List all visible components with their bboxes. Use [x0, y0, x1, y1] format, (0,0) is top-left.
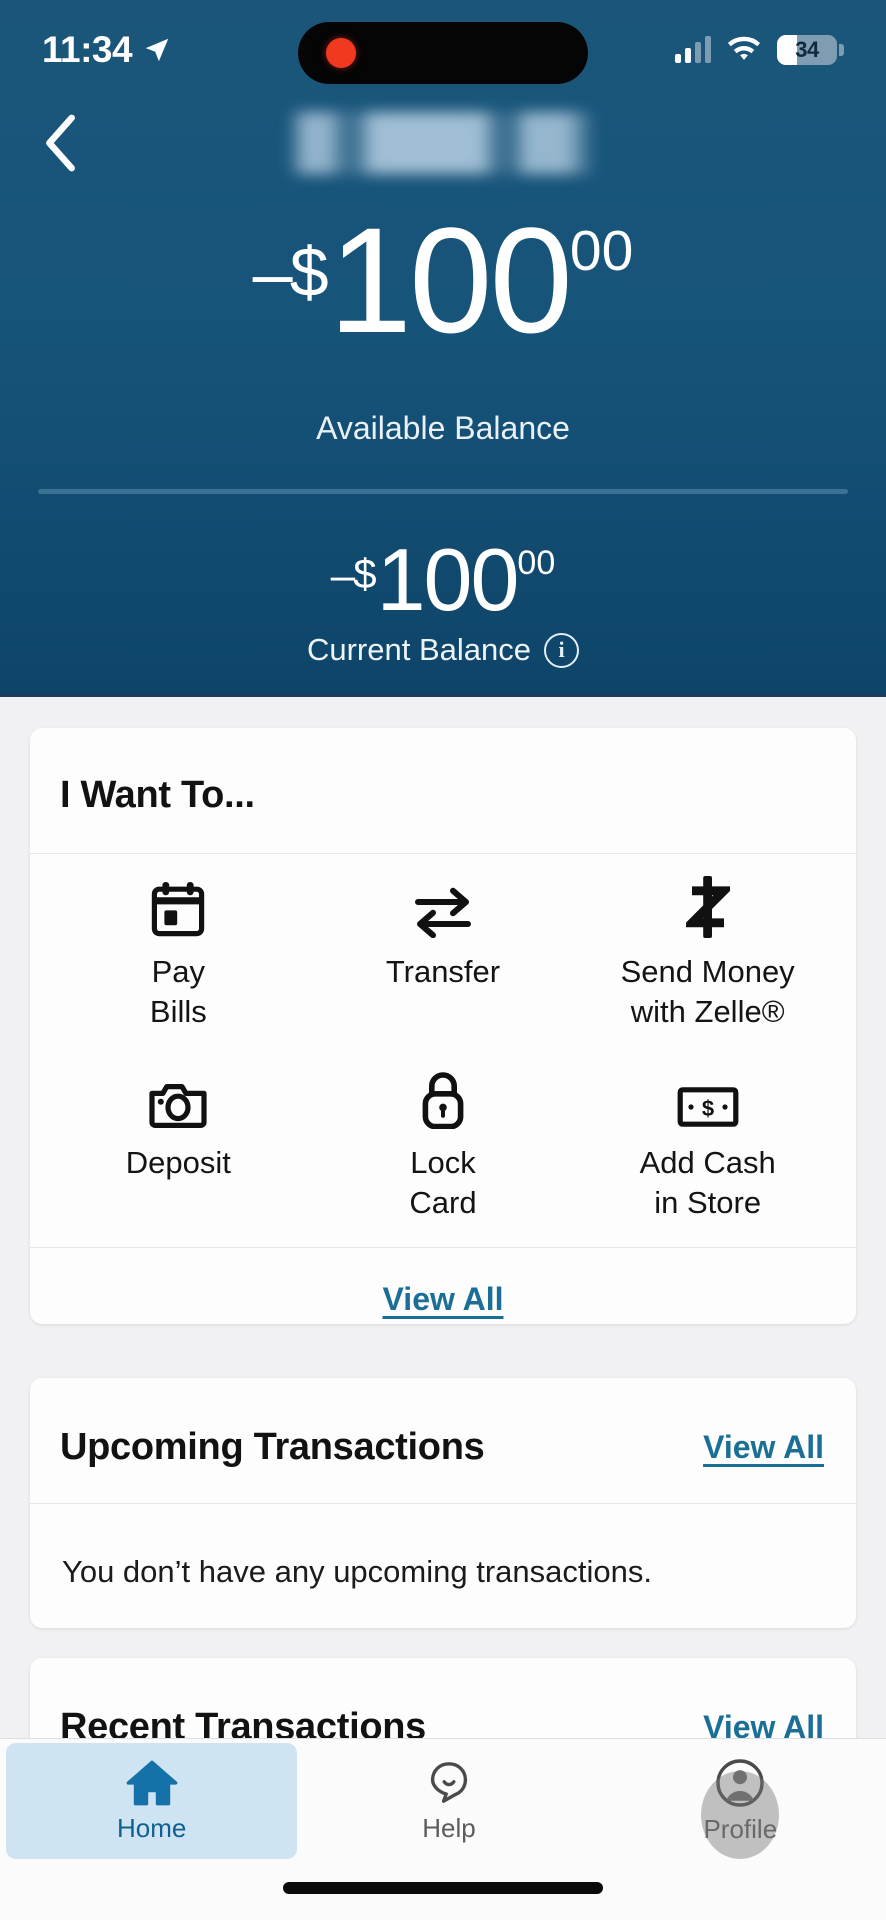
account-header: 11:34 34 –$10000 Available Balance –$100… [0, 0, 886, 697]
upcoming-title: Upcoming Transactions [60, 1426, 485, 1468]
cellular-signal-icon [675, 36, 711, 63]
recording-dot-icon [326, 38, 356, 68]
touch-indicator [701, 1771, 780, 1859]
view-all-link[interactable]: View All [383, 1281, 504, 1318]
i-want-to-card: I Want To... Pay Bills Transfer Send Mon… [30, 728, 856, 1324]
available-balance-whole: 100 [328, 196, 573, 364]
back-button[interactable] [26, 108, 96, 178]
location-arrow-icon [145, 38, 169, 62]
current-balance-currency: $ [353, 550, 377, 597]
upcoming-view-all-link[interactable]: View All [703, 1429, 824, 1466]
action-add-cash-in-store[interactable]: $ Add Cash in Store [575, 1045, 840, 1236]
current-balance-whole: 100 [376, 530, 520, 629]
recent-header: Recent Transactions View All [30, 1658, 856, 1749]
i-want-to-header: I Want To... [30, 728, 856, 817]
action-deposit[interactable]: Deposit [46, 1045, 311, 1236]
current-balance-label: Current Balance [306, 632, 531, 667]
action-label: Add Cash in Store [639, 1145, 776, 1221]
available-balance-amount: –$10000 [0, 205, 886, 355]
action-send-money-zelle[interactable]: Send Money with Zelle® [575, 854, 840, 1045]
action-lock-card[interactable]: Lock Card [311, 1045, 576, 1236]
status-bar-left: 11:34 [42, 29, 172, 71]
zelle-icon [685, 876, 730, 938]
status-bar-clock: 11:34 [42, 29, 133, 70]
tab-help[interactable]: Help [303, 1743, 594, 1859]
upcoming-transactions-card: Upcoming Transactions View All You don’t… [30, 1378, 856, 1628]
bottom-tab-bar: Home Help Profile [0, 1738, 886, 1920]
current-balance-amount: –$10000 [0, 536, 886, 624]
battery-cap [839, 44, 844, 56]
cash-bill-icon: $ [677, 1067, 739, 1129]
header-nav-row [0, 100, 886, 190]
i-want-to-view-all-row[interactable]: View All [30, 1248, 856, 1352]
chevron-left-icon [46, 114, 75, 172]
tab-home-label: Home [116, 1812, 187, 1843]
action-label: Deposit [125, 1145, 231, 1181]
wifi-icon [727, 36, 761, 60]
available-balance-cents: 00 [569, 219, 634, 283]
balance-divider [38, 489, 848, 494]
home-icon [126, 1760, 178, 1805]
action-label: Pay Bills [149, 954, 207, 1029]
chat-help-icon [430, 1761, 468, 1803]
tab-help-label: Help [422, 1812, 476, 1843]
account-name-redacted[interactable] [265, 112, 621, 174]
phone-screen: 11:34 34 –$10000 Available Balance –$100… [0, 0, 886, 1920]
action-label: Transfer [385, 954, 501, 989]
action-transfer[interactable]: Transfer [311, 854, 576, 1045]
battery-indicator: 34 [777, 35, 844, 65]
svg-text:$: $ [702, 1096, 714, 1121]
available-balance-sign: – [252, 234, 293, 314]
home-indicator[interactable] [283, 1882, 603, 1894]
camera-icon [148, 1067, 208, 1129]
tab-profile[interactable]: Profile [595, 1743, 886, 1859]
action-pay-bills[interactable]: Pay Bills [46, 854, 311, 1045]
current-balance-label-row: Current Balance i [0, 632, 886, 668]
i-want-to-title: I Want To... [60, 774, 255, 816]
upcoming-empty-message: You don’t have any upcoming transactions… [62, 1554, 652, 1589]
action-label: Send Money with Zelle® [620, 954, 795, 1029]
tab-home[interactable]: Home [6, 1743, 298, 1859]
calendar-icon [150, 876, 206, 938]
info-circle-icon[interactable]: i [544, 632, 579, 668]
available-balance-label: Available Balance [316, 410, 570, 446]
current-balance-cents: 00 [517, 544, 556, 582]
action-label: Lock Card [409, 1145, 477, 1221]
action-grid: Pay Bills Transfer Send Money with Zelle… [30, 854, 856, 1237]
dynamic-island [298, 22, 588, 84]
transfer-arrows-icon [412, 876, 474, 938]
upcoming-header: Upcoming Transactions View All [30, 1378, 856, 1469]
battery-percent-label: 34 [795, 37, 819, 62]
current-balance-sign: – [330, 551, 356, 600]
lock-icon [419, 1067, 467, 1130]
status-bar-right: 34 [675, 35, 844, 65]
available-balance-currency: $ [289, 233, 329, 311]
